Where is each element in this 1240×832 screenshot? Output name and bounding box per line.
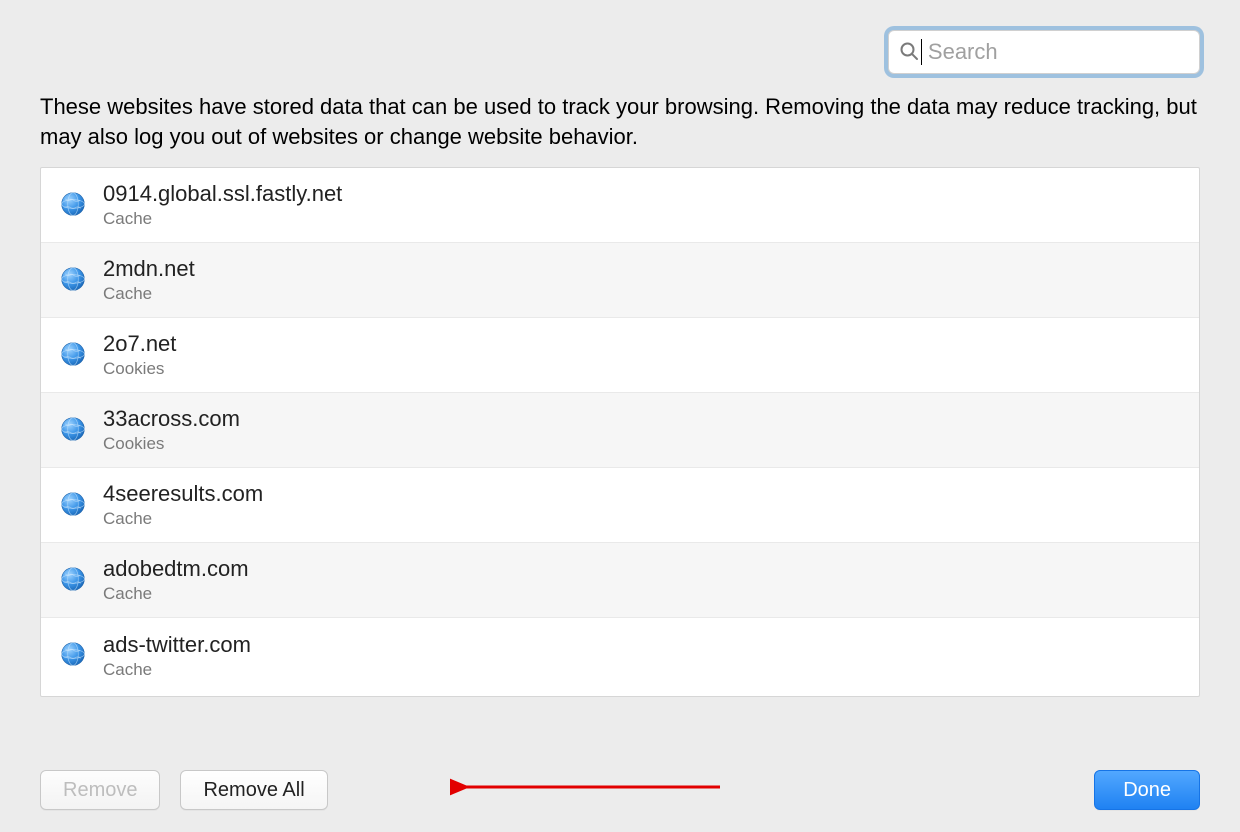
website-row[interactable]: adobedtm.com Cache xyxy=(41,543,1199,618)
website-data-list[interactable]: 0914.global.ssl.fastly.net Cache 2mdn.ne… xyxy=(40,167,1200,697)
website-domain: 2o7.net xyxy=(103,331,176,357)
remove-button: Remove xyxy=(40,770,160,810)
globe-icon xyxy=(59,490,87,521)
website-domain: adobedtm.com xyxy=(103,556,249,582)
globe-icon xyxy=(59,415,87,446)
search-input[interactable] xyxy=(928,39,1189,65)
remove-all-button[interactable]: Remove All xyxy=(180,770,327,810)
website-row[interactable]: 0914.global.ssl.fastly.net Cache xyxy=(41,168,1199,243)
website-domain: 2mdn.net xyxy=(103,256,195,282)
website-domain: 0914.global.ssl.fastly.net xyxy=(103,181,342,207)
website-data-type: Cache xyxy=(103,209,342,229)
website-row-text: 33across.com Cookies xyxy=(103,406,240,454)
website-row-text: ads-twitter.com Cache xyxy=(103,632,251,680)
website-data-type: Cache xyxy=(103,284,195,304)
dialog-footer: Remove Remove All Done xyxy=(40,770,1200,810)
description-text: These websites have stored data that can… xyxy=(40,92,1200,151)
website-row-text: 0914.global.ssl.fastly.net Cache xyxy=(103,181,342,229)
done-button[interactable]: Done xyxy=(1094,770,1200,810)
globe-icon xyxy=(59,340,87,371)
website-domain: 4seeresults.com xyxy=(103,481,263,507)
globe-icon xyxy=(59,190,87,221)
website-row-text: 2o7.net Cookies xyxy=(103,331,176,379)
website-row-text: 4seeresults.com Cache xyxy=(103,481,263,529)
website-row-text: adobedtm.com Cache xyxy=(103,556,249,604)
website-data-type: Cookies xyxy=(103,434,240,454)
website-row[interactable]: 2mdn.net Cache xyxy=(41,243,1199,318)
search-icon xyxy=(899,41,919,64)
website-data-type: Cache xyxy=(103,509,263,529)
globe-icon xyxy=(59,640,87,671)
text-cursor xyxy=(921,39,922,65)
website-row[interactable]: 4seeresults.com Cache xyxy=(41,468,1199,543)
website-domain: 33across.com xyxy=(103,406,240,432)
website-data-type: Cache xyxy=(103,584,249,604)
search-field[interactable] xyxy=(888,30,1200,74)
globe-icon xyxy=(59,565,87,596)
website-row[interactable]: 2o7.net Cookies xyxy=(41,318,1199,393)
website-row-text: 2mdn.net Cache xyxy=(103,256,195,304)
website-data-type: Cache xyxy=(103,660,251,680)
website-data-type: Cookies xyxy=(103,359,176,379)
globe-icon xyxy=(59,265,87,296)
website-row[interactable]: ads-twitter.com Cache xyxy=(41,618,1199,693)
website-domain: ads-twitter.com xyxy=(103,632,251,658)
website-row[interactable]: 33across.com Cookies xyxy=(41,393,1199,468)
